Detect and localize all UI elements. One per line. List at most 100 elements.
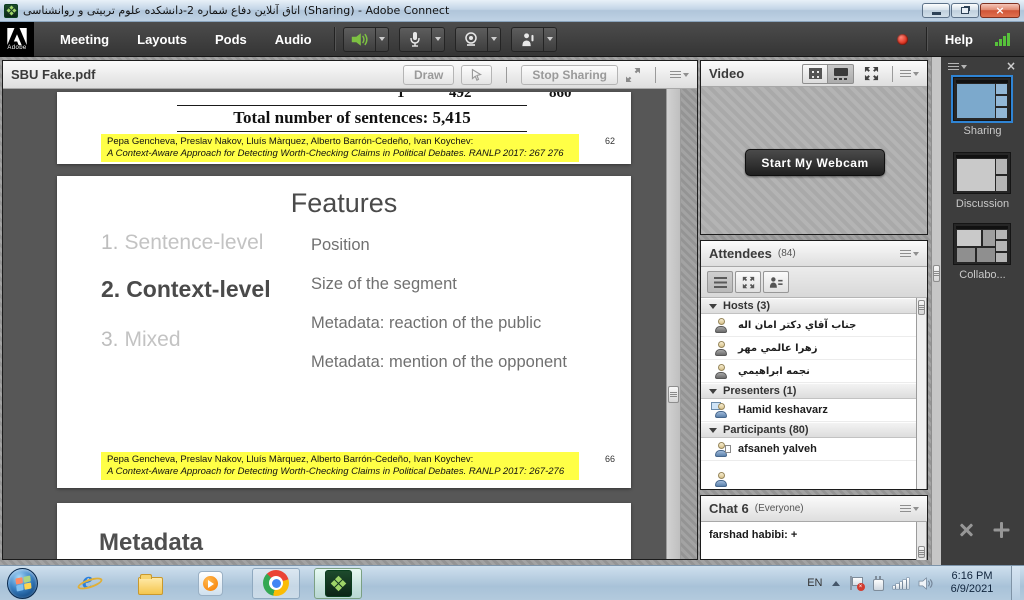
internet-explorer-button[interactable]: e [60, 570, 120, 596]
adobe-logo-icon [7, 28, 27, 45]
attendees-scrollbar-handle[interactable] [918, 300, 925, 315]
show-hidden-icons-button[interactable] [832, 581, 840, 586]
menu-meeting[interactable]: Meeting [46, 32, 123, 47]
adobe-connect-window-icon [4, 4, 18, 18]
microphone-button[interactable] [399, 27, 431, 52]
citation-box: Pepa Gencheva, Preslav Nakov, Lluís Màrq… [101, 134, 579, 162]
chat-messages[interactable]: farshad habibi: + [701, 522, 927, 559]
media-player-button[interactable] [180, 571, 240, 596]
share-pod: SBU Fake.pdf Draw Stop Sharing [2, 60, 698, 560]
speaker-dropdown[interactable] [375, 27, 389, 52]
attendee-row[interactable]: afsaneh yalveh [701, 438, 927, 461]
attendee-row-partial[interactable] [701, 461, 927, 484]
breakout-view-button[interactable] [735, 271, 761, 293]
draw-button[interactable]: Draw [403, 65, 454, 85]
adobe-logo[interactable]: Adobe [0, 22, 34, 57]
feature-item: Size of the segment [311, 275, 457, 294]
chat-pod-title: Chat 6 [709, 501, 749, 516]
action-center-icon[interactable]: × [849, 576, 863, 591]
show-desktop-button[interactable] [1011, 566, 1020, 600]
layout-thumbnail-discussion[interactable] [953, 152, 1011, 194]
add-layout-icon[interactable] [993, 522, 1009, 538]
stop-sharing-button[interactable]: Stop Sharing [521, 65, 618, 85]
grid-view-button[interactable] [802, 64, 828, 84]
speaker-button[interactable] [343, 27, 375, 52]
menu-audio[interactable]: Audio [261, 32, 326, 47]
layout-thumbnail-sharing[interactable] [953, 77, 1011, 121]
layouts-close-icon[interactable]: × [1006, 59, 1016, 73]
attendees-toolbar [701, 267, 927, 298]
status-view-icon [769, 276, 783, 289]
chrome-taskbar-button[interactable] [252, 568, 300, 599]
language-indicator[interactable]: EN [807, 577, 822, 589]
adobe-connect-taskbar-button[interactable] [314, 568, 362, 599]
attendees-scrollbar[interactable] [916, 298, 927, 489]
menu-layouts[interactable]: Layouts [123, 32, 201, 47]
chat-pod-menu-icon[interactable] [900, 505, 919, 512]
shared-document-view[interactable]: 1 492 860 Total number of sentences: 5,4… [3, 89, 666, 559]
layout-tools-icon[interactable] [958, 522, 974, 538]
raise-hand-button[interactable] [511, 27, 543, 52]
minimize-button[interactable] [922, 3, 950, 18]
menu-pods[interactable]: Pods [201, 32, 261, 47]
attendees-pod-menu-icon[interactable] [900, 250, 919, 257]
connection-status-icon[interactable] [995, 32, 1010, 46]
layout-label[interactable]: Discussion [941, 198, 1024, 210]
slide-title: Metadata [99, 529, 203, 557]
attendee-row[interactable]: نجمه ابراهيمي [701, 360, 927, 383]
power-icon[interactable] [872, 576, 884, 590]
attendee-status-view-button[interactable] [763, 271, 789, 293]
webcam-button[interactable] [455, 27, 487, 52]
attendee-row[interactable]: Hamid keshavarz [701, 399, 927, 422]
pointer-button[interactable] [461, 65, 492, 85]
menu-divider [334, 27, 335, 51]
recording-indicator-icon[interactable] [897, 34, 908, 45]
share-scrollbar-handle[interactable] [668, 386, 679, 403]
status-dropdown[interactable] [543, 27, 557, 52]
start-button[interactable] [7, 568, 38, 599]
share-pod-header: SBU Fake.pdf Draw Stop Sharing [3, 61, 697, 89]
collapse-triangle-icon [709, 304, 717, 309]
tray-clock[interactable]: 6:16 PM 6/9/2021 [942, 570, 1002, 596]
full-screen-icon[interactable] [625, 67, 641, 83]
attendee-list-view-button[interactable] [707, 271, 733, 293]
microphone-dropdown[interactable] [431, 27, 445, 52]
video-pod-menu-icon[interactable] [900, 70, 919, 77]
layouts-menu-icon[interactable] [948, 63, 967, 70]
share-scrollbar[interactable] [666, 89, 681, 559]
close-button[interactable]: × [980, 3, 1020, 18]
list-view-icon [714, 277, 727, 288]
participant-user-icon [713, 472, 729, 487]
restore-button[interactable] [951, 3, 979, 18]
layout-label[interactable]: Collabo... [941, 269, 1024, 281]
layout-label[interactable]: Sharing [941, 125, 1024, 137]
chat-message: farshad habibi: + [709, 529, 797, 541]
stage-scrollbar-handle[interactable] [933, 265, 940, 282]
layout-thumbnail-collaboration[interactable] [953, 223, 1011, 265]
tray-date: 6/9/2021 [942, 583, 1002, 596]
full-screen-icon[interactable] [864, 66, 879, 81]
attendee-row[interactable]: زهرا عالمي مهر [701, 337, 927, 360]
network-icon[interactable] [893, 577, 910, 589]
hosts-section-header[interactable]: Hosts (3) [701, 298, 927, 314]
slide-next-fragment: Metadata [57, 503, 631, 559]
chat-scrollbar[interactable] [916, 522, 927, 560]
attendees-list[interactable]: Hosts (3) جناب آقاي دكتر امان اله زهرا ع… [701, 298, 927, 489]
chat-pod: Chat 6 (Everyone) farshad habibi: + [700, 495, 928, 560]
share-pod-menu-icon[interactable] [670, 71, 689, 78]
file-explorer-button[interactable] [120, 572, 180, 595]
attendee-name: نجمه ابراهيمي [738, 366, 810, 377]
volume-icon[interactable] [918, 577, 933, 590]
attendee-row[interactable]: جناب آقاي دكتر امان اله [701, 314, 927, 337]
windows-taskbar: e EN × 6:16 PM 6/9/2021 [0, 565, 1024, 600]
table-rule [177, 105, 527, 106]
start-webcam-button[interactable]: Start My Webcam [745, 149, 885, 176]
participants-section-header[interactable]: Participants (80) [701, 422, 927, 438]
webcam-icon [463, 32, 479, 47]
help-menu[interactable]: Help [945, 32, 973, 47]
presenters-section-header[interactable]: Presenters (1) [701, 383, 927, 399]
filmstrip-view-button[interactable] [828, 64, 854, 84]
stage-scrollbar[interactable] [931, 57, 941, 565]
chat-scrollbar-handle[interactable] [918, 546, 925, 558]
webcam-dropdown[interactable] [487, 27, 501, 52]
